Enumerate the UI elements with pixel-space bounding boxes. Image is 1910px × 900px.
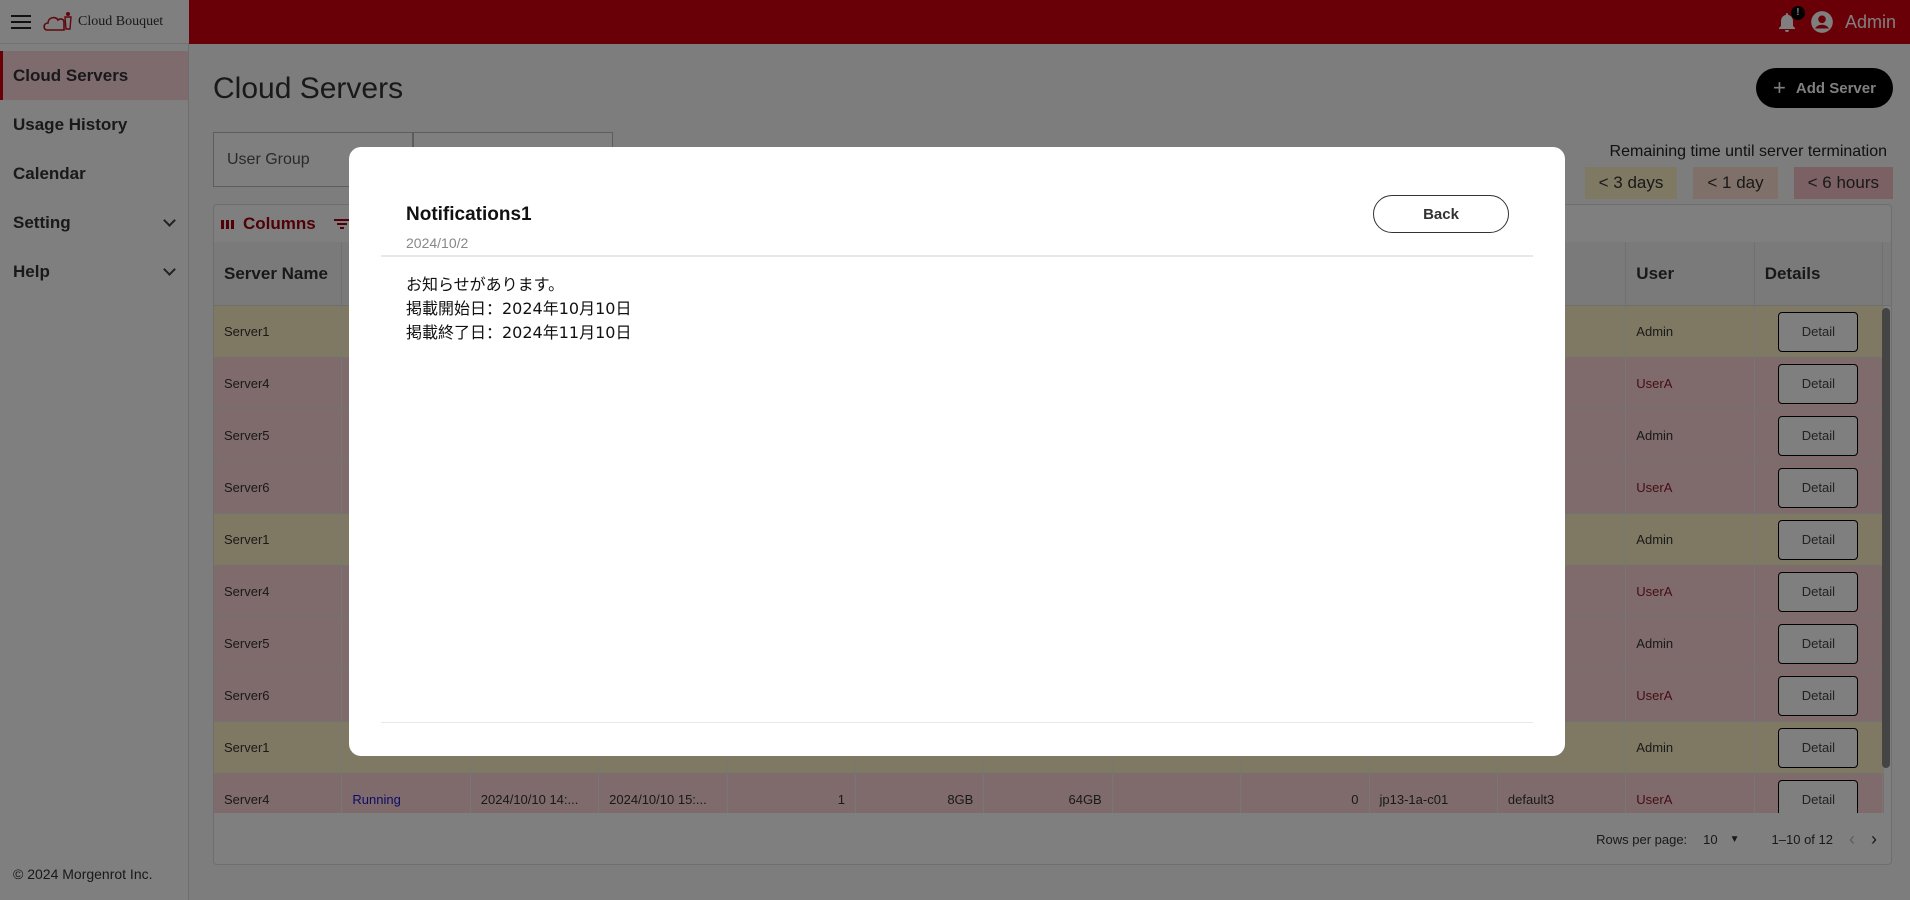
notification-line: お知らせがあります。 [406, 275, 565, 294]
notification-date: 2024/10/2 [406, 235, 469, 251]
divider [381, 255, 1533, 257]
notification-body: お知らせがあります。 掲載開始日：2024年10月10日 掲載終了日：2024年… [406, 273, 631, 345]
notification-dialog: Notifications1 2024/10/2 Back お知らせがあります。… [349, 147, 1565, 756]
divider [381, 722, 1533, 723]
notification-line: 掲載終了日：2024年11月10日 [406, 323, 632, 342]
notification-line: 掲載開始日：2024年10月10日 [406, 299, 632, 318]
notification-title: Notifications1 [406, 204, 532, 225]
back-button[interactable]: Back [1373, 195, 1509, 233]
